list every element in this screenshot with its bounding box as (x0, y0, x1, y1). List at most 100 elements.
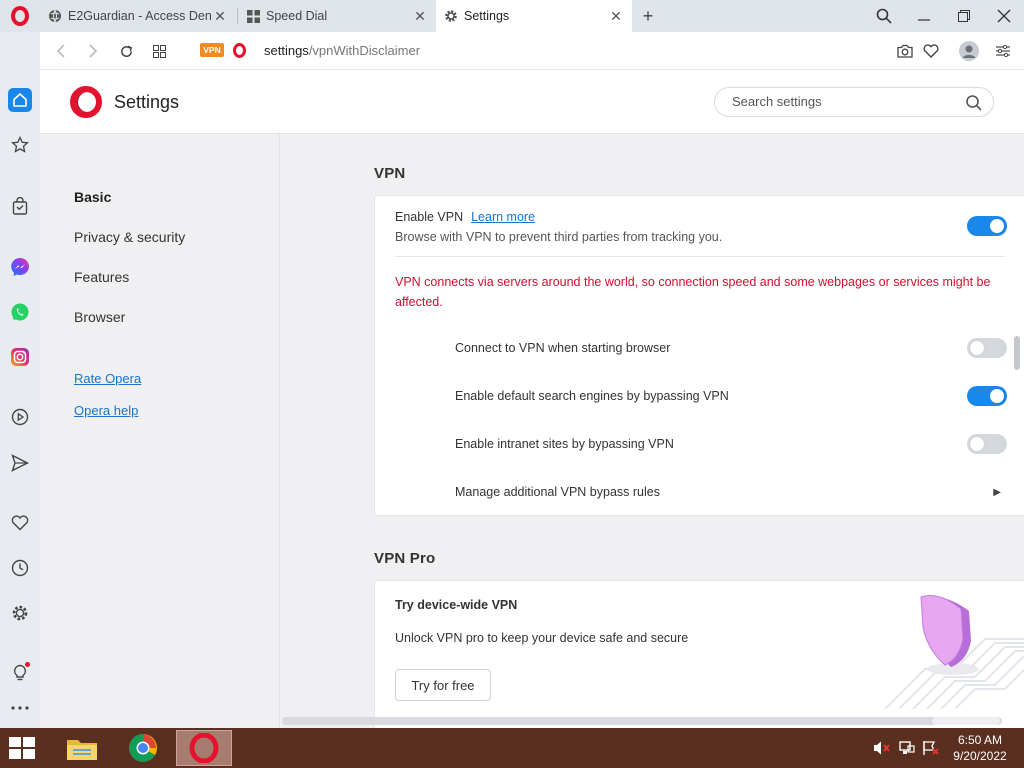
divider (395, 256, 1005, 257)
whatsapp-icon (11, 303, 29, 321)
taskbar-clock[interactable]: 6:50 AM 9/20/2022 (944, 732, 1016, 764)
instagram-icon (11, 348, 29, 366)
windows-start-icon[interactable] (8, 736, 36, 760)
gear-icon (444, 9, 458, 23)
back-button[interactable] (48, 38, 74, 64)
horizontal-scrollbar[interactable] (282, 717, 1002, 725)
chevron-right-icon (89, 44, 98, 58)
address-bar: VPN settings/vpnWithDisclaimer (40, 32, 1024, 70)
sidebar-whatsapp[interactable] (8, 300, 32, 324)
sidebar-home[interactable] (8, 88, 32, 112)
sidebar-my-flow[interactable] (8, 451, 32, 475)
nav-basic[interactable]: Basic (74, 189, 111, 205)
url-host: settings (264, 43, 309, 58)
browser-sidebar (0, 32, 40, 728)
close-window-button[interactable] (984, 0, 1024, 32)
page-title: Settings (114, 92, 180, 112)
chrome-icon (129, 734, 157, 762)
try-for-free-button[interactable]: Try for free (395, 669, 491, 701)
search-settings-box (714, 87, 994, 117)
search-icon[interactable] (965, 94, 983, 112)
taskbar-opera[interactable] (176, 730, 232, 766)
close-icon[interactable]: ✕ (212, 8, 228, 25)
tab-label: E2Guardian - Access Denied (68, 9, 212, 23)
easy-setup-button[interactable] (990, 38, 1016, 64)
sidebar-speed-dial[interactable] (8, 133, 32, 157)
tab-settings[interactable]: Settings ✕ (436, 0, 632, 32)
sidebar-messenger[interactable] (8, 255, 32, 279)
volume-muted-icon[interactable] (872, 738, 892, 758)
heart-icon (11, 515, 29, 531)
restore-button[interactable] (944, 0, 984, 32)
vpn-section-title: VPN (374, 165, 406, 182)
sidebar-instagram[interactable] (8, 345, 32, 369)
camera-icon (897, 44, 913, 58)
minimize-button[interactable] (904, 0, 944, 32)
action-center-icon[interactable] (921, 738, 941, 758)
enable-vpn-toggle[interactable] (967, 216, 1007, 236)
tab-speed-dial[interactable]: Speed Dial ✕ (238, 0, 436, 32)
speed-dial-icon (246, 9, 260, 23)
chevron-left-icon (56, 44, 65, 58)
tab-search-button[interactable] (864, 0, 904, 32)
bypass-intranet-label: Enable intranet sites by bypassing VPN (455, 437, 674, 451)
bypass-search-toggle[interactable] (967, 386, 1007, 406)
sidebar-shopping[interactable] (8, 194, 32, 218)
play-circle-icon (11, 408, 29, 426)
avatar-icon (959, 41, 979, 61)
tabs-overview-button[interactable] (146, 38, 172, 64)
sidebar-more[interactable] (8, 696, 32, 720)
close-icon[interactable]: ✕ (608, 8, 624, 25)
sidebar-settings[interactable] (8, 601, 32, 625)
tab-e2guardian[interactable]: E2Guardian - Access Denied ✕ (40, 0, 236, 32)
enable-vpn-row: Enable VPN Learn more (395, 210, 535, 224)
snapshot-button[interactable] (892, 38, 918, 64)
vpn-pro-card: Try device-wide VPN Unlock VPN pro to ke… (374, 580, 1024, 728)
tab-label: Settings (464, 9, 510, 23)
grid-icon (152, 44, 166, 58)
chevron-right-icon[interactable]: ▶ (993, 487, 1001, 498)
notification-dot (25, 662, 30, 667)
taskbar-file-explorer[interactable] (54, 730, 110, 766)
nav-features[interactable]: Features (74, 269, 129, 285)
learn-more-link[interactable]: Learn more (471, 210, 535, 224)
vpn-badge[interactable]: VPN (200, 43, 224, 57)
reload-button[interactable] (113, 38, 139, 64)
address-url[interactable]: settings/vpnWithDisclaimer (264, 43, 420, 58)
sidebar-tips[interactable] (8, 661, 32, 685)
folder-icon (67, 740, 97, 760)
connect-on-start-toggle[interactable] (967, 338, 1007, 358)
sidebar-player[interactable] (8, 405, 32, 429)
clock-icon (11, 559, 29, 577)
vpn-card: Enable VPN Learn more Browse with VPN to … (374, 195, 1024, 516)
vertical-scrollbar[interactable] (1014, 336, 1020, 370)
network-icon[interactable] (897, 738, 917, 758)
clock-date: 9/20/2022 (953, 749, 1007, 763)
reload-icon (120, 45, 132, 57)
settings-nav: Basic Privacy & security Features Browse… (40, 134, 280, 728)
taskbar: 6:50 AM 9/20/2022 (0, 728, 1024, 768)
bypass-intranet-toggle[interactable] (967, 434, 1007, 454)
enable-vpn-label: Enable VPN (395, 210, 464, 224)
taskbar-chrome[interactable] (115, 730, 171, 766)
opera-help-link[interactable]: Opera help (74, 403, 138, 418)
opera-menu-button[interactable] (0, 0, 40, 32)
close-icon[interactable]: ✕ (412, 8, 428, 25)
sidebar-bookmarks[interactable] (8, 511, 32, 535)
nav-browser[interactable]: Browser (74, 309, 125, 325)
star-icon (11, 136, 29, 153)
heart-icon (923, 44, 939, 58)
messenger-icon (11, 257, 30, 276)
profile-button[interactable] (956, 38, 982, 64)
nav-privacy-security[interactable]: Privacy & security (74, 229, 185, 245)
close-icon (997, 9, 1011, 23)
forward-button[interactable] (80, 38, 106, 64)
vpn-warning: VPN connects via servers around the worl… (395, 275, 991, 309)
new-tab-button[interactable]: + (636, 4, 660, 28)
sidebar-history[interactable] (8, 556, 32, 580)
manage-bypass-rules[interactable]: Manage additional VPN bypass rules (455, 485, 660, 499)
globe-icon (48, 9, 62, 23)
search-settings-input[interactable] (732, 94, 952, 109)
rate-opera-link[interactable]: Rate Opera (74, 371, 141, 386)
bookmark-button[interactable] (918, 38, 944, 64)
